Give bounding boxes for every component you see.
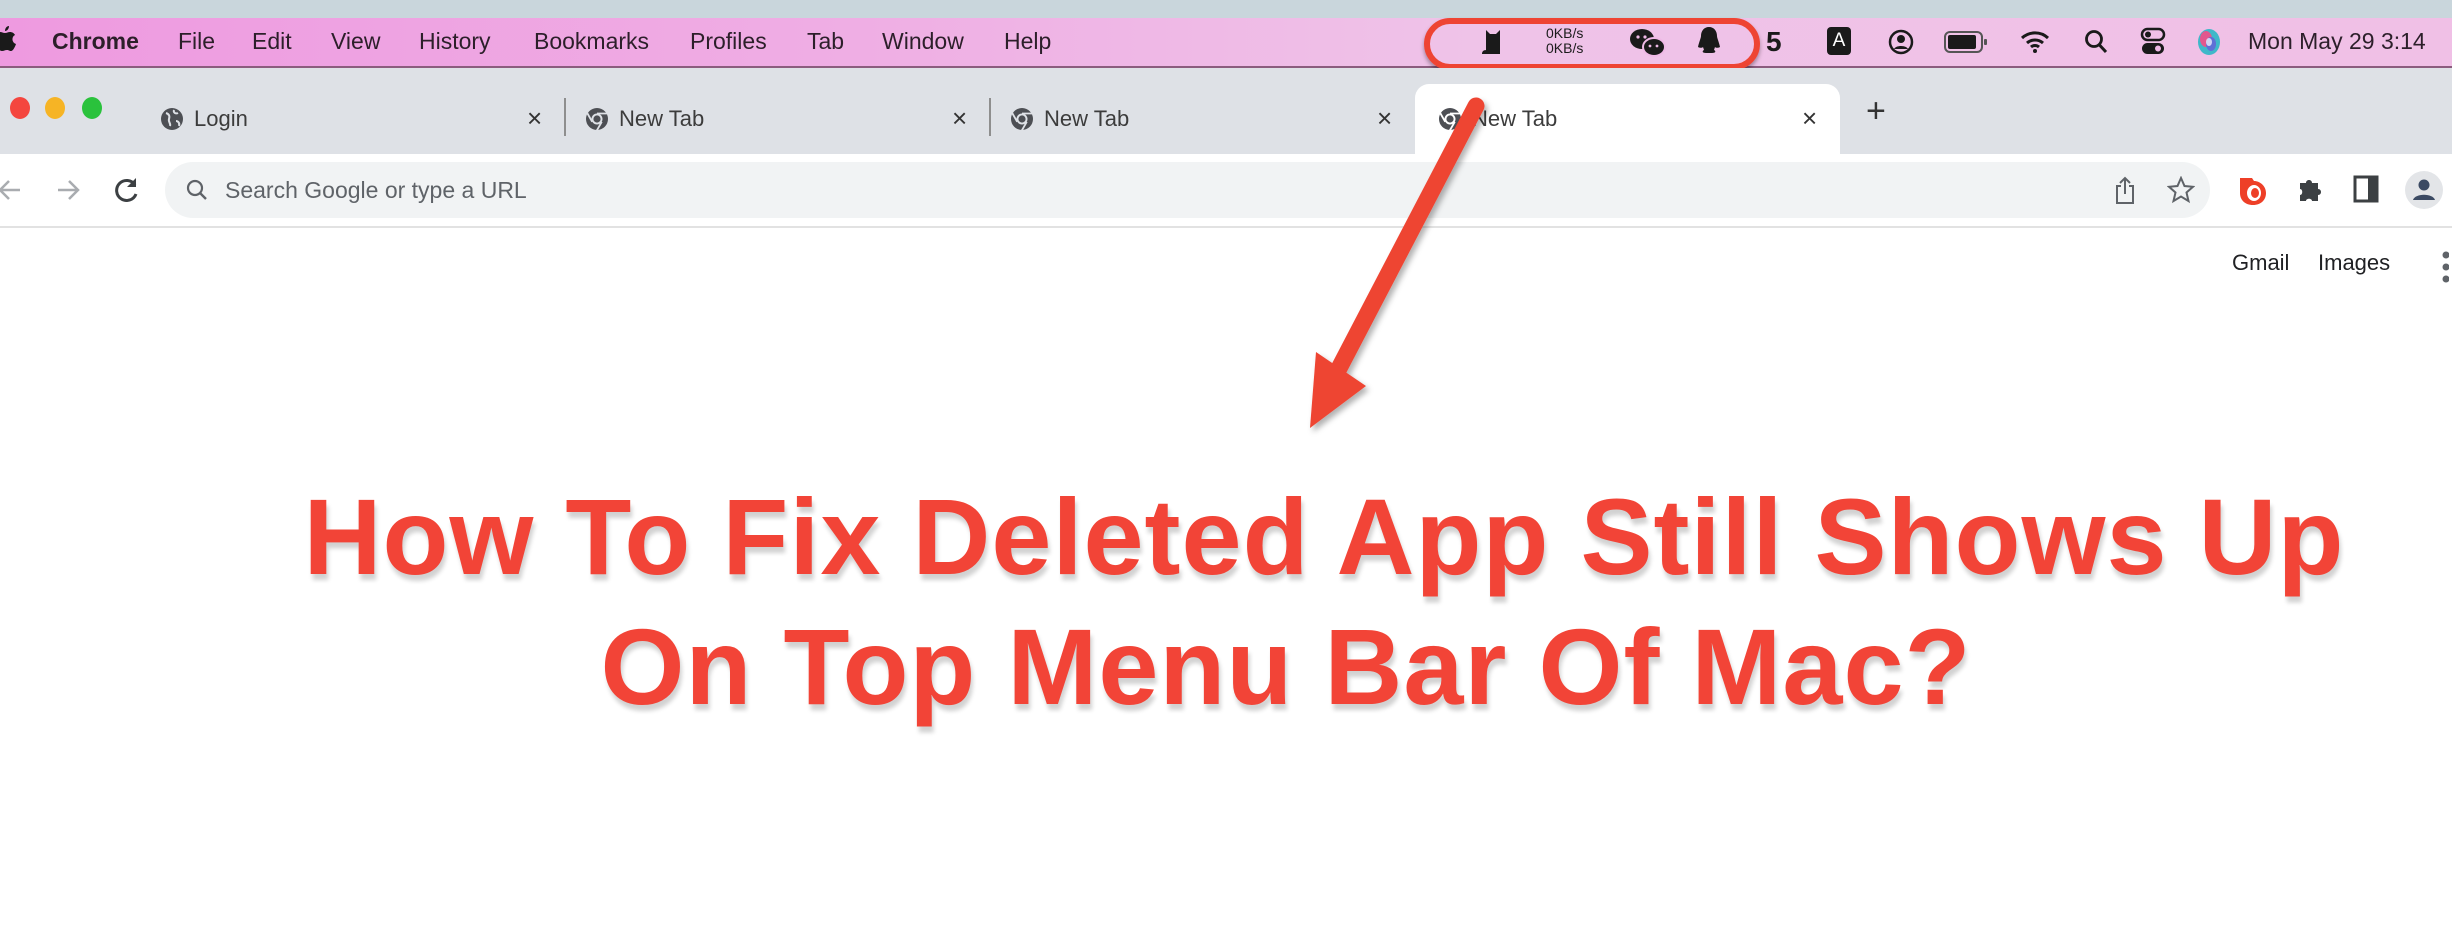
window-minimize-button[interactable] bbox=[45, 97, 65, 119]
input-source-icon[interactable]: A bbox=[1827, 27, 1851, 55]
wifi-icon[interactable] bbox=[2020, 29, 2050, 53]
battery-icon[interactable] bbox=[1944, 31, 1988, 53]
tab-title: New Tab bbox=[619, 106, 705, 131]
tab-close-button[interactable]: × bbox=[1377, 103, 1392, 133]
menu-edit[interactable]: Edit bbox=[252, 28, 292, 55]
gmail-link[interactable]: Gmail bbox=[2232, 250, 2289, 276]
menu-profiles[interactable]: Profiles bbox=[690, 28, 767, 55]
tab-close-button[interactable]: × bbox=[1802, 103, 1817, 133]
tab-separator bbox=[989, 98, 991, 136]
search-icon bbox=[186, 179, 207, 200]
macos-menu-bar: Chrome File Edit View History Bookmarks … bbox=[0, 18, 2452, 68]
user-status-icon[interactable] bbox=[1888, 29, 1914, 55]
desktop-background-strip bbox=[0, 0, 2452, 18]
chrome-icon bbox=[1011, 108, 1033, 131]
menu-bookmarks[interactable]: Bookmarks bbox=[534, 28, 649, 55]
reload-icon[interactable] bbox=[112, 175, 140, 205]
menu-help[interactable]: Help bbox=[1004, 28, 1051, 55]
menu-tab[interactable]: Tab bbox=[807, 28, 844, 55]
window-close-button[interactable] bbox=[10, 97, 30, 119]
headline-line-2: On Top Menu Bar Of Mac? bbox=[600, 606, 1972, 727]
menu-file[interactable]: File bbox=[178, 28, 215, 55]
tab-new-tab-active[interactable]: New Tab × bbox=[1415, 84, 1840, 154]
red-extension-icon[interactable] bbox=[2238, 174, 2268, 206]
tab-separator bbox=[564, 98, 566, 136]
chrome-icon bbox=[586, 108, 608, 131]
images-link[interactable]: Images bbox=[2318, 250, 2390, 276]
new-tab-button[interactable]: + bbox=[1866, 94, 1886, 128]
forward-arrow-icon[interactable] bbox=[54, 176, 82, 204]
google-apps-menu-icon[interactable] bbox=[2441, 250, 2449, 284]
address-bar[interactable]: Search Google or type a URL bbox=[165, 162, 2210, 218]
address-bar-placeholder: Search Google or type a URL bbox=[225, 177, 527, 203]
back-arrow-icon[interactable] bbox=[0, 176, 24, 204]
window-zoom-button[interactable] bbox=[82, 97, 102, 119]
bookmark-star-icon[interactable] bbox=[2167, 176, 2195, 204]
menu-window[interactable]: Window bbox=[882, 28, 964, 55]
control-center-icon[interactable] bbox=[2140, 27, 2166, 57]
menu-view[interactable]: View bbox=[331, 28, 380, 55]
tab-close-button[interactable]: × bbox=[952, 103, 967, 133]
chrome-icon bbox=[1439, 108, 1461, 131]
extensions-puzzle-icon[interactable] bbox=[2297, 175, 2325, 203]
menu-bar-clock[interactable]: Mon May 29 3:14 bbox=[2248, 28, 2426, 55]
spotlight-search-icon[interactable] bbox=[2084, 29, 2108, 55]
browser-toolbar: Search Google or type a URL bbox=[0, 154, 2452, 228]
tab-close-button[interactable]: × bbox=[527, 103, 542, 133]
tab-strip: Login × New Tab × New Tab × New Tab × + bbox=[0, 68, 2452, 154]
tab-title: Login bbox=[194, 106, 248, 131]
menu-app-chrome[interactable]: Chrome bbox=[52, 28, 139, 55]
tab-login[interactable]: Login × bbox=[160, 85, 560, 154]
apple-logo-icon[interactable] bbox=[0, 26, 16, 54]
profile-avatar-icon[interactable] bbox=[2404, 170, 2444, 210]
tab-new-tab-1[interactable]: New Tab × bbox=[585, 85, 985, 154]
share-icon[interactable] bbox=[2113, 175, 2137, 205]
annotation-highlight-box bbox=[1424, 18, 1760, 70]
siri-icon[interactable] bbox=[2196, 27, 2222, 57]
headline-line-1: How To Fix Deleted App Still Shows Up bbox=[303, 476, 2345, 597]
overlay-headline: How To Fix Deleted App Still Shows Up On… bbox=[0, 472, 2452, 732]
tab-title: New Tab bbox=[1044, 106, 1130, 131]
side-panel-icon[interactable] bbox=[2353, 175, 2379, 203]
tab-new-tab-2[interactable]: New Tab × bbox=[1010, 85, 1410, 154]
five-status-icon[interactable]: 5 bbox=[1766, 26, 1782, 58]
tab-title: New Tab bbox=[1472, 106, 1558, 131]
globe-icon bbox=[161, 108, 183, 130]
menu-history[interactable]: History bbox=[419, 28, 491, 55]
